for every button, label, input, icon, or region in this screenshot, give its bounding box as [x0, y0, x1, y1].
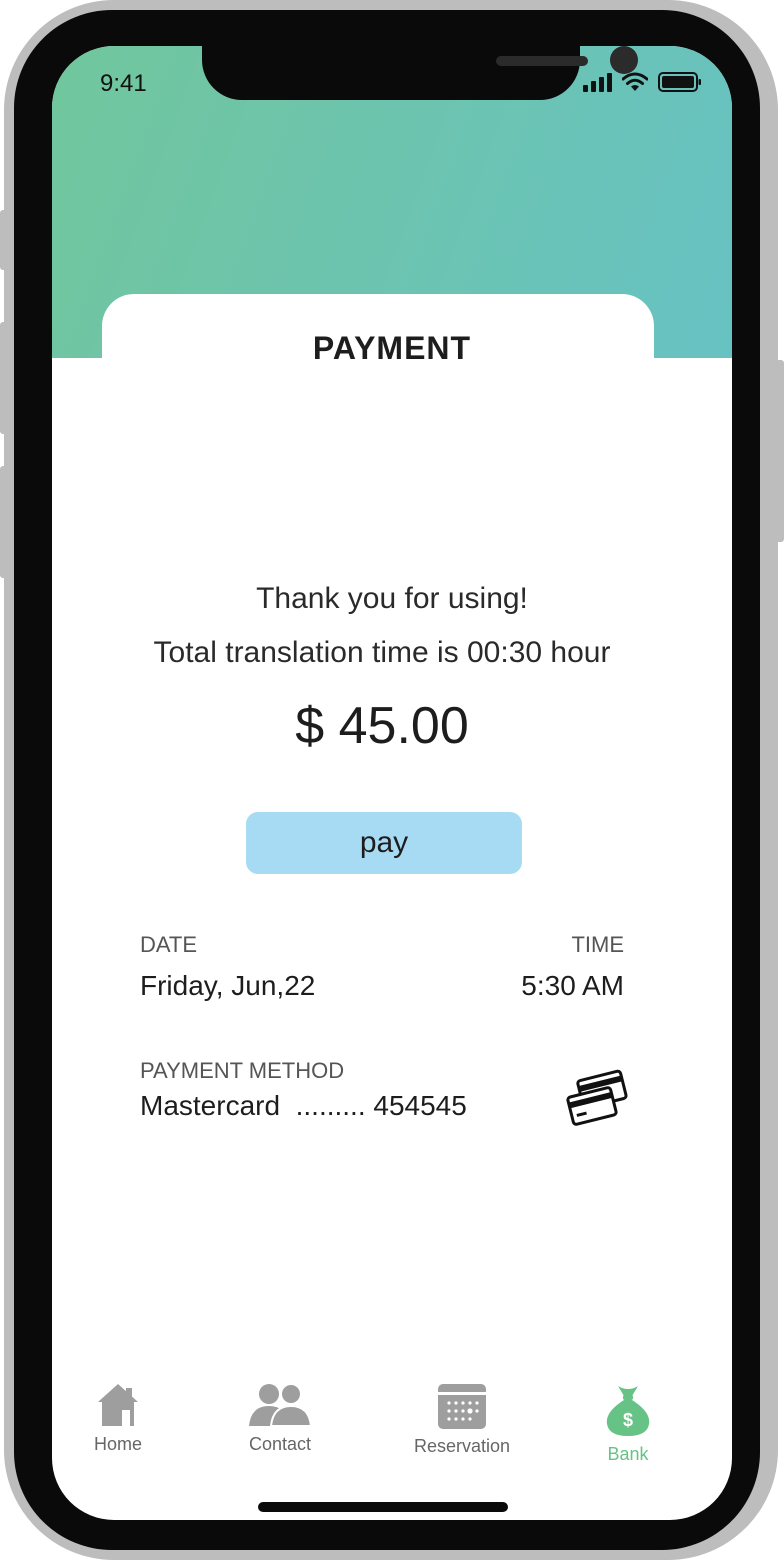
notch: [202, 46, 638, 100]
tab-reservation[interactable]: Reservation: [392, 1382, 532, 1457]
thank-you-message: Thank you for using!: [256, 582, 528, 615]
tab-contact[interactable]: Contact: [210, 1382, 350, 1455]
tab-contact-label: Contact: [248, 1434, 312, 1454]
amount: $ 45.00: [295, 697, 469, 755]
volume-down-button: [0, 466, 10, 578]
battery-icon: [658, 72, 701, 92]
home-icon: [98, 1384, 138, 1426]
svg-text:$: $: [623, 1410, 633, 1430]
signal-icon: [583, 72, 612, 92]
tab-home[interactable]: Home: [52, 1382, 188, 1455]
wifi-icon: [622, 72, 648, 91]
money-bag-icon: $: [606, 1386, 650, 1436]
tab-bank[interactable]: $ Bank: [558, 1382, 698, 1465]
tab-bank-label: Bank: [607, 1444, 649, 1464]
tab-home-label: Home: [93, 1434, 142, 1454]
pay-button[interactable]: pay: [246, 812, 522, 874]
power-button: [774, 360, 784, 542]
tab-bar: Home Contact Reservation $ Bank: [52, 1382, 732, 1472]
contacts-icon: [249, 1383, 313, 1427]
screen: 9:41 PAYMENT Thank you for using! Total …: [52, 46, 732, 1520]
calendar-icon: [438, 1384, 486, 1429]
home-indicator[interactable]: [258, 1502, 508, 1512]
tab-reservation-label: Reservation: [413, 1436, 511, 1456]
status-icons: [583, 72, 702, 92]
total-time-text: Total translation time is 00:30 hour: [153, 636, 611, 669]
time-label: TIME: [571, 932, 624, 957]
payment-method-label: PAYMENT METHOD: [140, 1058, 345, 1083]
payment-method-value: Mastercard ......... 454545: [140, 1090, 467, 1121]
page-title: PAYMENT: [312, 330, 472, 366]
status-time: 9:41: [100, 70, 147, 97]
front-camera: [610, 46, 638, 74]
speaker: [496, 56, 588, 66]
date-value: Friday, Jun,22: [140, 970, 316, 1001]
silent-switch: [0, 210, 10, 270]
volume-up-button: [0, 322, 10, 434]
time-value: 5:30 AM: [521, 970, 624, 1001]
date-label: DATE: [140, 932, 198, 957]
credit-cards-icon[interactable]: [566, 1068, 630, 1128]
